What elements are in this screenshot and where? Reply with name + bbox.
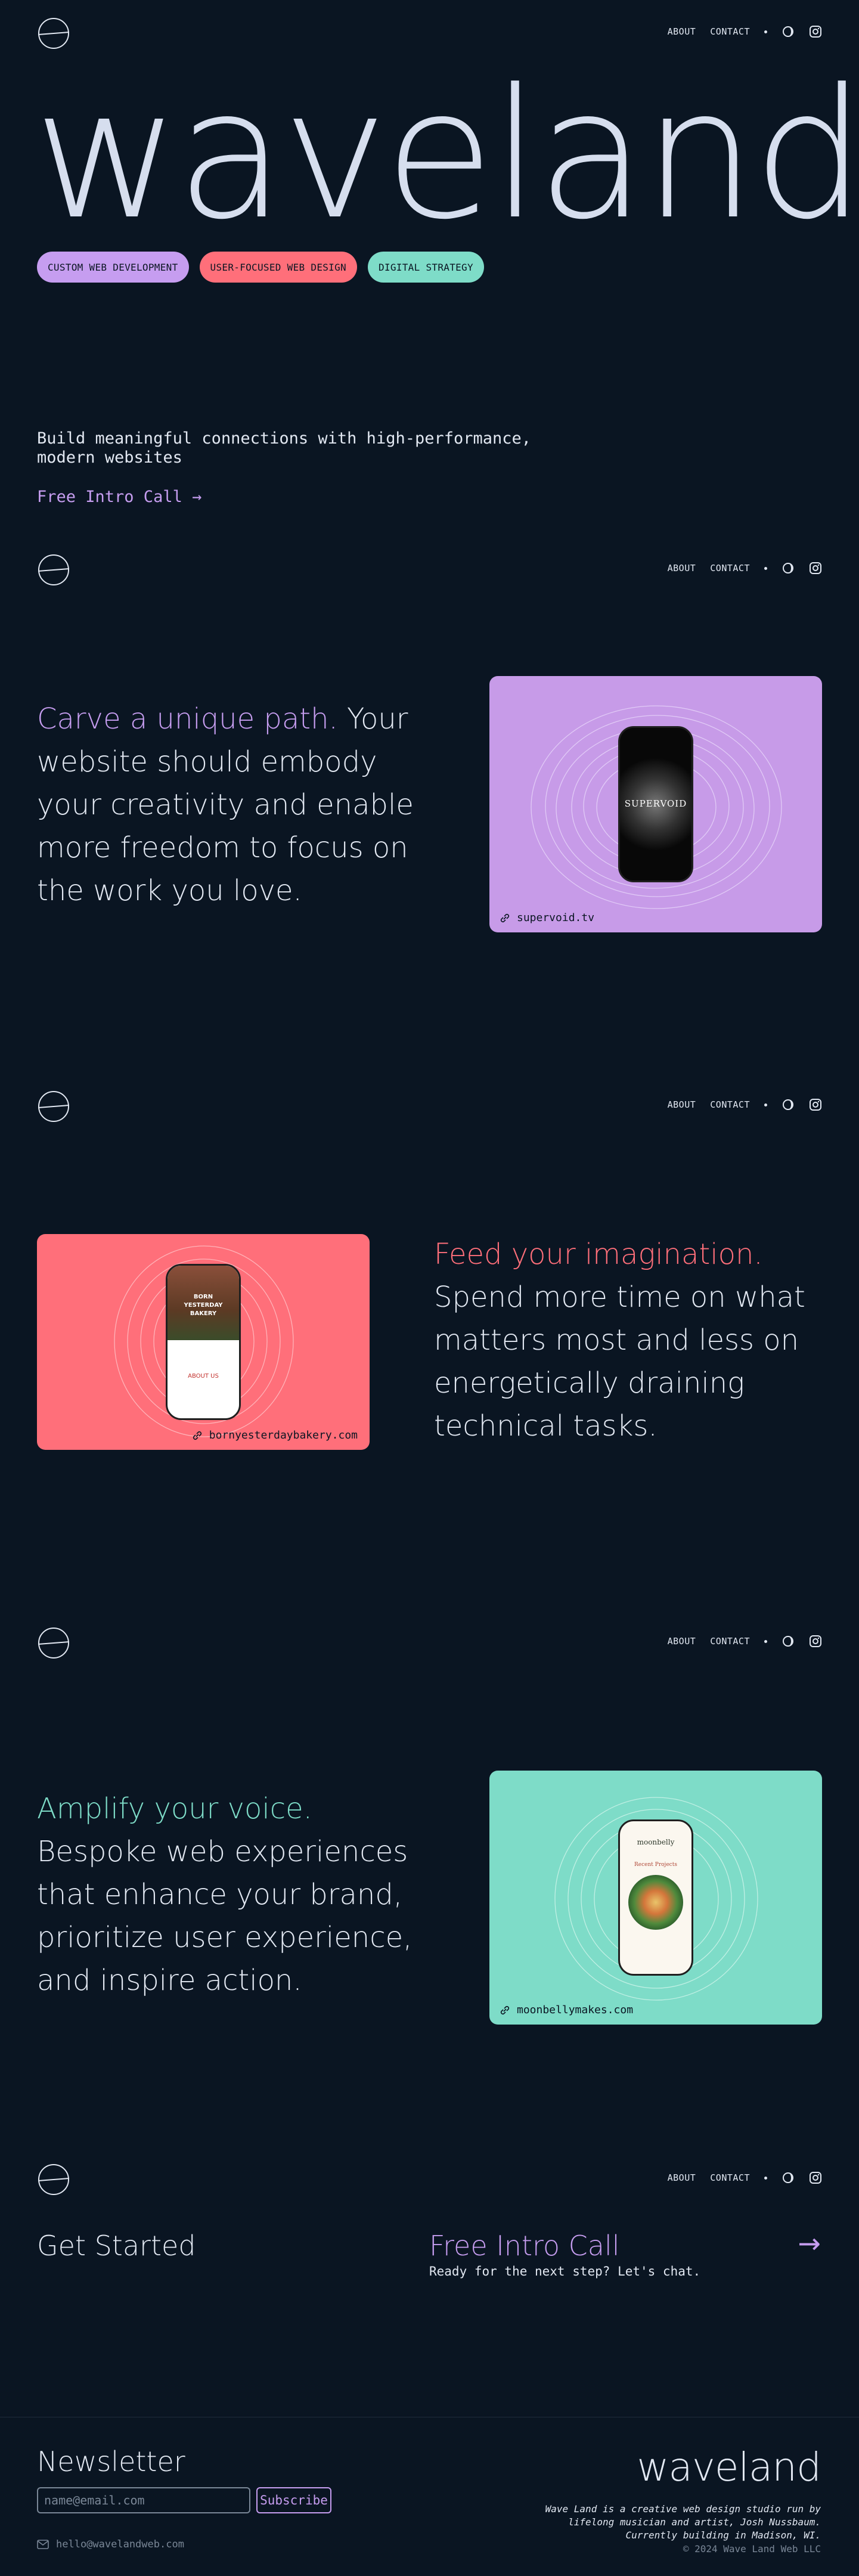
section3-link-text[interactable]: moonbellymakes.com <box>517 2004 633 2016</box>
section2-project-card[interactable]: BORN YESTERDAY BAKERY ABOUT US bornyeste… <box>37 1234 370 1450</box>
nav-about-link[interactable]: ABOUT <box>668 563 696 574</box>
newsletter-title: Newsletter <box>37 2445 185 2478</box>
section1-link-text[interactable]: supervoid.tv <box>517 912 594 924</box>
phone-site-subtitle: Recent Projects <box>634 1862 677 1868</box>
section3-highlight: Amplify your voice. <box>37 1792 312 1825</box>
instagram-icon[interactable] <box>809 1098 822 1111</box>
instagram-icon[interactable] <box>809 562 822 575</box>
link-icon <box>500 2005 510 2014</box>
nav-contact-link[interactable]: CONTACT <box>710 26 750 37</box>
subscribe-button[interactable]: Subscribe <box>256 2487 331 2513</box>
hero-tagline: Build meaningful connections with high-p… <box>37 429 573 467</box>
nav-separator-dot <box>764 1639 767 1643</box>
nav-contact-link[interactable]: CONTACT <box>710 2172 750 2183</box>
section3-project-card[interactable]: moonbelly Recent Projects moonbellymakes… <box>489 1771 822 2025</box>
contact-email-text[interactable]: hello@wavelandweb.com <box>56 2538 184 2550</box>
theme-toggle-icon[interactable] <box>782 2171 795 2184</box>
theme-toggle-icon[interactable] <box>782 1635 795 1648</box>
section1-statement: Carve a unique path. Your website should… <box>37 698 418 912</box>
section2-card-link[interactable]: bornyesterdaybakery.com <box>191 1429 358 1442</box>
get-started-subtitle: Ready for the next step? Let's chat. <box>429 2264 701 2279</box>
instagram-icon[interactable] <box>809 1635 822 1648</box>
nav-separator-dot <box>764 1103 767 1106</box>
section3-card-link[interactable]: moonbellymakes.com <box>499 2004 633 2016</box>
nav-separator-dot <box>764 2176 767 2180</box>
theme-toggle-icon[interactable] <box>782 25 795 38</box>
phone-site-title: SUPERVOID <box>624 798 687 809</box>
section1-card-link[interactable]: supervoid.tv <box>499 912 594 924</box>
nav-contact-link[interactable]: CONTACT <box>710 563 750 574</box>
logo-icon[interactable] <box>37 1626 70 1660</box>
hero-intro-call-link[interactable]: Free Intro Call → <box>37 488 201 506</box>
section2-text: Spend more time on what matters most and… <box>434 1281 805 1443</box>
section3-statement: Amplify your voice. Bespoke web experien… <box>37 1787 418 2002</box>
footer-logo[interactable]: waveland <box>637 2444 821 2490</box>
instagram-icon[interactable] <box>809 2171 822 2184</box>
section1-project-card[interactable]: SUPERVOID supervoid.tv <box>489 676 822 932</box>
tagline-line-1: Build meaningful connections with high-p… <box>37 429 532 448</box>
phone-site-title: moonbelly <box>637 1838 675 1846</box>
nav-about-link[interactable]: ABOUT <box>668 26 696 37</box>
pill-web-development: CUSTOM WEB DEVELOPMENT <box>37 252 189 283</box>
footer-description: Wave Land is a creative web design studi… <box>545 2503 821 2541</box>
pill-digital-strategy: DIGITAL STRATEGY <box>368 252 484 283</box>
phone-mockup: SUPERVOID <box>618 726 693 882</box>
nav-about-link[interactable]: ABOUT <box>668 1636 696 1647</box>
nav-about-link[interactable]: ABOUT <box>668 2172 696 2183</box>
nav-separator-dot <box>764 30 767 33</box>
nav-contact-link[interactable]: CONTACT <box>710 1099 750 1110</box>
nav-contact-link[interactable]: CONTACT <box>710 1636 750 1647</box>
pill-web-design: USER-FOCUSED WEB DESIGN <box>199 252 357 283</box>
tagline-line-2: modern websites <box>37 448 182 467</box>
food-image <box>628 1875 683 1930</box>
section2-statement: Feed your imagination. Spend more time o… <box>434 1233 821 1447</box>
footer-copyright: © 2024 Wave Land Web LLC <box>683 2543 821 2555</box>
free-intro-call-link[interactable]: Free Intro Call <box>429 2230 620 2262</box>
nav-about-link[interactable]: ABOUT <box>668 1099 696 1110</box>
link-icon <box>500 913 510 922</box>
newsletter-email-input[interactable] <box>37 2487 250 2513</box>
phone-site-title: BORN YESTERDAY BAKERY <box>184 1294 223 1317</box>
section2-nav: ABOUT CONTACT <box>0 1073 859 1139</box>
logo-icon[interactable] <box>37 2163 70 2196</box>
nav-separator-dot <box>764 566 767 570</box>
logo-icon[interactable] <box>37 17 70 50</box>
logo-icon[interactable] <box>37 1090 70 1123</box>
theme-toggle-icon[interactable] <box>782 1098 795 1111</box>
service-pills: CUSTOM WEB DEVELOPMENT USER-FOCUSED WEB … <box>37 252 484 283</box>
contact-email[interactable]: hello@wavelandweb.com <box>37 2538 184 2550</box>
arrow-right-icon[interactable]: → <box>798 2227 821 2259</box>
section2-highlight: Feed your imagination. <box>434 1238 763 1271</box>
phone-mockup: moonbelly Recent Projects <box>618 1819 693 1976</box>
mail-icon <box>37 2540 49 2549</box>
link-icon <box>193 1431 201 1440</box>
section2-link-text[interactable]: bornyesterdaybakery.com <box>209 1429 358 1442</box>
get-started-nav: ABOUT CONTACT <box>0 2146 859 2212</box>
section3-nav: ABOUT CONTACT <box>0 1610 859 1675</box>
section1-nav: ABOUT CONTACT <box>0 537 859 602</box>
theme-toggle-icon[interactable] <box>782 562 795 575</box>
instagram-icon[interactable] <box>809 25 822 38</box>
phone-site-subtitle: ABOUT US <box>188 1373 219 1380</box>
section3-text: Bespoke web experiences that enhance you… <box>37 1835 413 1997</box>
section1-highlight: Carve a unique path. <box>37 702 338 736</box>
logo-icon[interactable] <box>37 553 70 587</box>
phone-mockup: BORN YESTERDAY BAKERY ABOUT US <box>166 1264 241 1420</box>
get-started-title: Get Started <box>37 2230 196 2262</box>
hero-title: waveland <box>33 51 859 259</box>
